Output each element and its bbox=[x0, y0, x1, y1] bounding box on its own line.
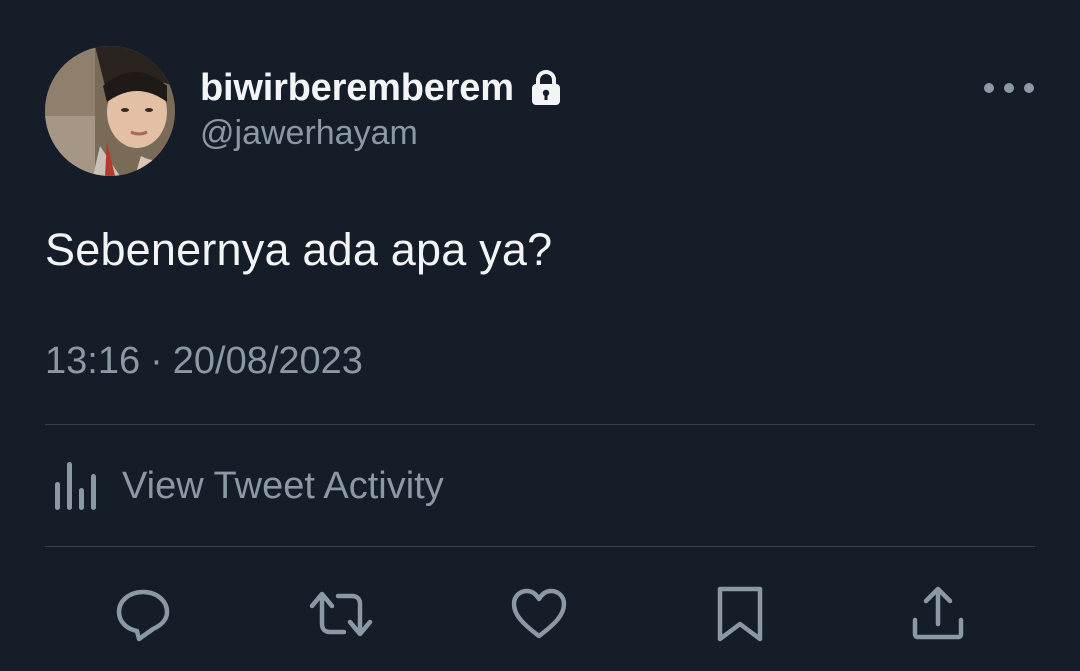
avatar[interactable] bbox=[45, 46, 175, 176]
tweet-detail: biwirberemberem @jawerhayam Sebenernya a… bbox=[0, 0, 1080, 671]
author-row: biwirberemberem bbox=[200, 64, 562, 112]
tweet-text: Sebenernya ada apa ya? bbox=[45, 224, 553, 275]
bar-chart-icon bbox=[52, 460, 100, 512]
bookmark-icon[interactable] bbox=[710, 584, 770, 644]
tweet-time: 13:16 bbox=[45, 340, 141, 382]
view-tweet-activity-link[interactable]: View Tweet Activity bbox=[52, 458, 444, 514]
display-name[interactable]: biwirberemberem bbox=[200, 67, 514, 110]
retweet-icon[interactable] bbox=[308, 584, 374, 644]
tweet-timestamp[interactable]: 13:16 · 20/08/2023 bbox=[45, 340, 363, 383]
activity-label: View Tweet Activity bbox=[122, 464, 444, 507]
more-horizontal-icon[interactable] bbox=[980, 74, 1038, 102]
divider bbox=[45, 424, 1035, 425]
divider bbox=[45, 546, 1035, 547]
heart-icon[interactable] bbox=[509, 584, 569, 644]
share-icon[interactable] bbox=[908, 584, 968, 644]
author-handle[interactable]: @jawerhayam bbox=[200, 114, 418, 153]
timestamp-separator: · bbox=[150, 340, 163, 382]
reply-icon[interactable] bbox=[113, 584, 173, 644]
tweet-date: 20/08/2023 bbox=[172, 340, 363, 382]
lock-icon bbox=[530, 70, 562, 106]
